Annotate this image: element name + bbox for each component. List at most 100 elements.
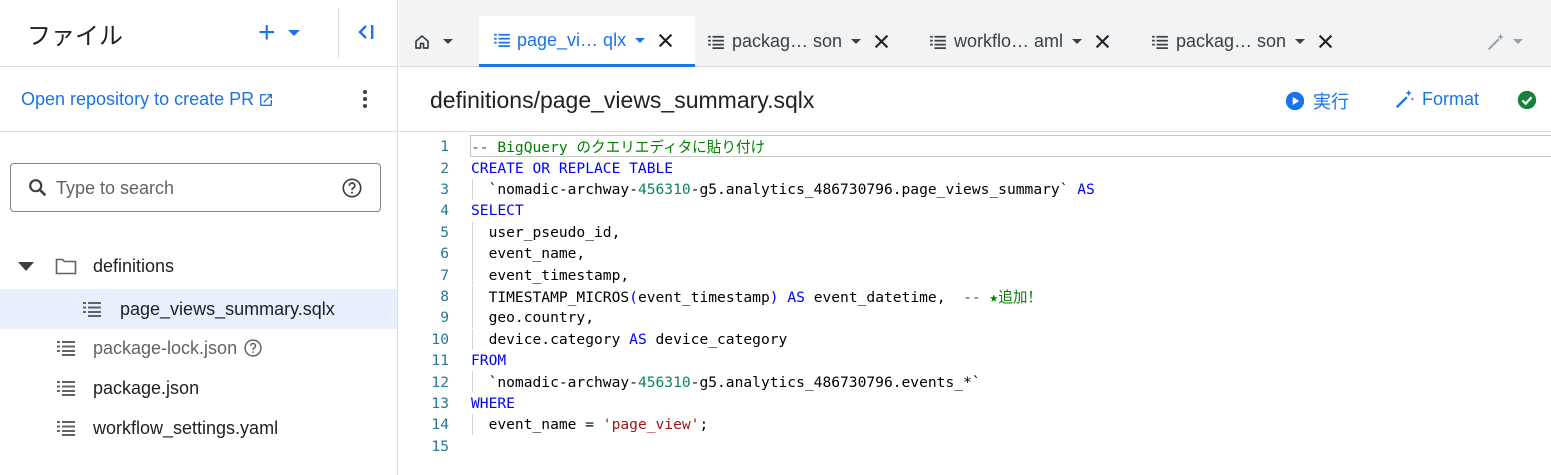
- chevron-down-icon: [287, 30, 300, 36]
- tab-package-json[interactable]: packag… son: [1152, 16, 1352, 67]
- tree-item-label: definitions: [93, 255, 175, 276]
- code-line: 8 TIMESTAMP_MICROS(event_timestamp) AS e…: [399, 285, 1551, 307]
- close-icon[interactable]: [1318, 34, 1333, 49]
- line-number: 3: [440, 180, 449, 198]
- file-path-title: definitions/page_views_summary.sqlx: [430, 87, 815, 113]
- chevron-down-icon: [443, 39, 453, 44]
- more-options-icon[interactable]: [356, 87, 374, 111]
- sidebar-title: ファイル: [27, 22, 123, 50]
- code-line: 5 user_pseudo_id,: [399, 221, 1551, 243]
- code-text: event_name = 'page_view';: [471, 416, 709, 434]
- code-line: 2 CREATE OR REPLACE TABLE: [399, 157, 1551, 178]
- code-text: SELECT: [471, 202, 524, 220]
- line-number: 8: [440, 287, 449, 305]
- repo-link-label: Open repository to create PR: [21, 89, 255, 109]
- search-input[interactable]: [56, 176, 326, 200]
- search-icon: [29, 179, 47, 197]
- file-lines-icon: [930, 35, 946, 49]
- tab-home[interactable]: [413, 16, 473, 67]
- line-number: 9: [440, 309, 449, 327]
- code-line: 4 SELECT: [399, 200, 1551, 221]
- code-text: `nomadic-archway-456310-g5.analytics_486…: [471, 373, 981, 391]
- close-icon[interactable]: [1095, 34, 1110, 49]
- code-text: geo.country,: [471, 309, 595, 327]
- run-button[interactable]: 実行: [1284, 88, 1349, 114]
- close-icon[interactable]: [658, 33, 673, 48]
- collapse-sidebar-button[interactable]: [354, 20, 378, 44]
- add-file-button[interactable]: +: [258, 16, 318, 50]
- tree-item-label: package-lock.json: [93, 337, 238, 358]
- tree-item-label: workflow_settings.yaml: [93, 417, 279, 438]
- magic-wand-icon: [1395, 89, 1415, 109]
- code-line: 9 geo.country,: [399, 307, 1551, 329]
- line-number: 7: [440, 266, 449, 284]
- code-text: device.category AS device_category: [471, 330, 788, 348]
- line-number: 5: [440, 223, 449, 241]
- open-in-new-icon: [260, 93, 273, 106]
- tab-page-views-summary[interactable]: page_vi… qlx: [479, 16, 695, 67]
- tab-workflow-settings-yaml[interactable]: workflo… aml: [930, 16, 1130, 67]
- sidebar-header: ファイル +: [0, 0, 397, 67]
- tree-item-label: page_views_summary.sqlx: [120, 298, 335, 319]
- line-number: 14: [431, 416, 449, 434]
- tree-file-page-views-summary[interactable]: page_views_summary.sqlx: [0, 289, 397, 329]
- help-icon[interactable]: [341, 177, 363, 199]
- code-text: WHERE: [471, 394, 515, 412]
- file-lines-icon: [494, 33, 510, 47]
- file-sidebar: ファイル + Open repository to create PR Type…: [0, 0, 398, 475]
- code-text: TIMESTAMP_MICROS(event_timestamp) AS eve…: [471, 288, 1043, 306]
- play-circle-icon: [1285, 91, 1305, 111]
- magic-wand-icon: [1487, 33, 1504, 50]
- repository-section: Open repository to create PR: [0, 68, 397, 132]
- line-number: 4: [440, 202, 449, 220]
- code-line: 15: [399, 436, 1551, 457]
- file-search-box: [10, 163, 381, 212]
- expand-arrow-icon: [18, 261, 34, 271]
- ai-assist-button[interactable]: [1485, 16, 1535, 67]
- chevron-down-icon[interactable]: [1072, 39, 1083, 44]
- editor-tab-bar: page_vi… qlx packag… son workflo… aml pa…: [399, 0, 1551, 67]
- open-repository-link[interactable]: Open repository to create PR: [21, 89, 274, 110]
- tree-item-label: package.json: [93, 377, 200, 398]
- chevron-down-icon[interactable]: [635, 37, 646, 43]
- code-line: 1 -- BigQuery のクエリエディタに貼り付け: [399, 136, 1551, 157]
- line-number: 13: [431, 394, 449, 412]
- code-text: event_timestamp,: [471, 266, 630, 284]
- code-text: event_name,: [471, 245, 586, 263]
- tab-label: workflo… aml: [954, 31, 1064, 51]
- code-text: user_pseudo_id,: [471, 223, 621, 241]
- code-line: 6 event_name,: [399, 243, 1551, 264]
- tree-file-workflow-settings[interactable]: workflow_settings.yaml: [0, 408, 397, 448]
- tree-file-package-json[interactable]: package.json: [0, 368, 397, 408]
- run-label: 実行: [1313, 92, 1349, 113]
- code-line: 14 event_name = 'page_view';: [399, 414, 1551, 436]
- file-lines-icon: [83, 302, 101, 317]
- tree-folder-definitions[interactable]: definitions: [0, 246, 397, 286]
- help-icon[interactable]: [243, 338, 263, 358]
- folder-icon: [55, 258, 77, 275]
- line-number: 2: [440, 159, 449, 177]
- code-line: 3 `nomadic-archway-456310-g5.analytics_4…: [399, 178, 1551, 200]
- home-icon: [415, 34, 429, 49]
- code-line: 12 `nomadic-archway-456310-g5.analytics_…: [399, 371, 1551, 393]
- header-divider: [338, 8, 339, 58]
- file-lines-icon: [57, 381, 75, 396]
- code-line: 10 device.category AS device_category: [399, 328, 1551, 350]
- line-number: 6: [440, 245, 449, 263]
- code-text: FROM: [471, 352, 507, 370]
- code-editor[interactable]: 1 -- BigQuery のクエリエディタに貼り付け 2 CREATE OR …: [399, 133, 1551, 475]
- line-number: 11: [431, 352, 449, 370]
- tab-package-lock-json[interactable]: packag… son: [708, 16, 908, 67]
- close-icon[interactable]: [874, 34, 889, 49]
- format-button[interactable]: Format: [1394, 88, 1479, 110]
- line-number: 1: [440, 138, 449, 156]
- code-line: 13 WHERE: [399, 393, 1551, 414]
- chevron-down-icon[interactable]: [1295, 39, 1306, 44]
- chevron-down-icon[interactable]: [851, 39, 862, 44]
- plus-icon: +: [258, 16, 276, 49]
- chevron-down-icon: [1513, 39, 1523, 44]
- tab-label: page_vi… qlx: [517, 29, 627, 50]
- tree-file-package-lock[interactable]: package-lock.json: [0, 328, 397, 368]
- file-lines-icon: [57, 421, 75, 436]
- line-number: 15: [431, 437, 449, 455]
